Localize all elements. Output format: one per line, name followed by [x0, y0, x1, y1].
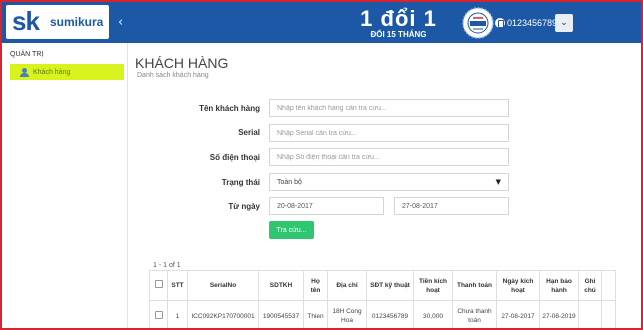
search-button[interactable]: Tra cứu...	[269, 221, 314, 239]
page-title: KHÁCH HÀNG	[135, 55, 229, 71]
table-row[interactable]: 1 ICC092KP170700001 1900545537 Thien 18H…	[149, 300, 616, 328]
sidebar-item-label: Khách hàng	[33, 68, 71, 76]
cell-tech-phone: 0123456789	[366, 300, 414, 328]
col-header-extra	[601, 270, 616, 301]
sidebar-heading: QUẢN TRỊ	[10, 51, 44, 58]
sidebar-toggle-icon[interactable]: ‹	[118, 15, 123, 30]
serial-label: Serial	[238, 128, 260, 137]
col-header-activation-fee[interactable]: Tiền kích hoạt	[413, 270, 453, 301]
sidebar-item-customers[interactable]: Khách hàng	[10, 64, 124, 80]
date-from-label: Từ ngày	[228, 202, 260, 211]
hotline-number: 0123456789	[507, 18, 558, 28]
select-all-checkbox[interactable]	[154, 280, 163, 288]
chevron-down-icon: ⌄	[560, 18, 568, 28]
select-all-header[interactable]	[149, 270, 168, 301]
col-header-tech-phone[interactable]: SĐT kỹ thuật	[366, 270, 414, 301]
col-header-name[interactable]: Họ tên	[303, 270, 328, 301]
app-window: sk sumikura ‹ 1 đổi 1 ĐỔI 15 THÁNG 01234…	[0, 0, 643, 330]
user-icon	[20, 67, 29, 77]
cell-payment: Chưa thanh toán	[452, 300, 497, 328]
col-header-address[interactable]: Địa chỉ	[327, 270, 367, 301]
col-header-notes[interactable]: Ghi chú	[578, 270, 602, 301]
customer-name-label: Tên khách hàng	[199, 104, 260, 113]
cell-serial: ICC092KP170700001	[187, 300, 259, 328]
cell-activation-fee: 30,000	[413, 300, 453, 328]
col-header-payment[interactable]: Thanh toán	[452, 270, 497, 301]
row-checkbox-cell[interactable]	[149, 300, 168, 328]
phone-input[interactable]	[269, 148, 509, 166]
customer-table: STT SerialNo SDTKH Họ tên Địa chỉ SĐT kỹ…	[149, 270, 616, 328]
status-selected-value: Toàn bộ	[277, 178, 302, 186]
pagination-count: 1 - 1 of 1	[153, 262, 181, 269]
cell-name: Thien	[303, 300, 328, 328]
col-header-serial[interactable]: SerialNo	[187, 270, 259, 301]
page-subtitle: Danh sách khách hàng	[137, 72, 209, 79]
phone-icon	[495, 18, 505, 28]
customer-name-input[interactable]	[269, 99, 509, 117]
account-dropdown-button[interactable]: ⌄	[555, 14, 573, 32]
brand-logo[interactable]: sk sumikura	[6, 5, 109, 39]
cell-stt: 1	[167, 300, 188, 328]
cell-address: 18H Cong Hoa	[327, 300, 367, 328]
promo-headline: 1 đổi 1	[360, 6, 437, 31]
brand-name: sumikura	[50, 15, 104, 29]
cell-notes	[578, 300, 602, 328]
top-header-bar: sk sumikura ‹ 1 đổi 1 ĐỔI 15 THÁNG 01234…	[2, 2, 641, 43]
serial-input[interactable]	[269, 124, 509, 142]
col-header-stt[interactable]: STT	[167, 270, 188, 301]
col-header-customer-phone[interactable]: SDTKH	[258, 270, 304, 301]
cell-warranty-until: 27-08-2019	[539, 300, 579, 328]
quality-seal-icon	[462, 7, 494, 39]
sidebar: QUẢN TRỊ Khách hàng	[2, 43, 128, 328]
row-checkbox[interactable]	[154, 310, 163, 319]
status-label: Trạng thái	[221, 178, 260, 187]
caret-down-icon: ▼	[495, 178, 501, 186]
col-header-activation-date[interactable]: Ngày kích hoạt	[496, 270, 540, 301]
cell-extra	[601, 300, 616, 328]
cell-customer-phone: 1900545537	[258, 300, 304, 328]
date-to-input[interactable]	[394, 197, 509, 215]
logo-mark: sk	[12, 6, 40, 36]
promo-subline: ĐỔI 15 THÁNG	[370, 30, 427, 39]
status-select[interactable]: Toàn bộ ▼	[269, 173, 509, 191]
phone-label: Số điện thoại	[209, 153, 260, 162]
cell-activation-date: 27-08-2017	[496, 300, 540, 328]
date-from-input[interactable]	[269, 197, 384, 215]
table-header-row: STT SerialNo SDTKH Họ tên Địa chỉ SĐT kỹ…	[149, 270, 616, 301]
col-header-warranty-until[interactable]: Hạn bảo hành	[539, 270, 579, 301]
